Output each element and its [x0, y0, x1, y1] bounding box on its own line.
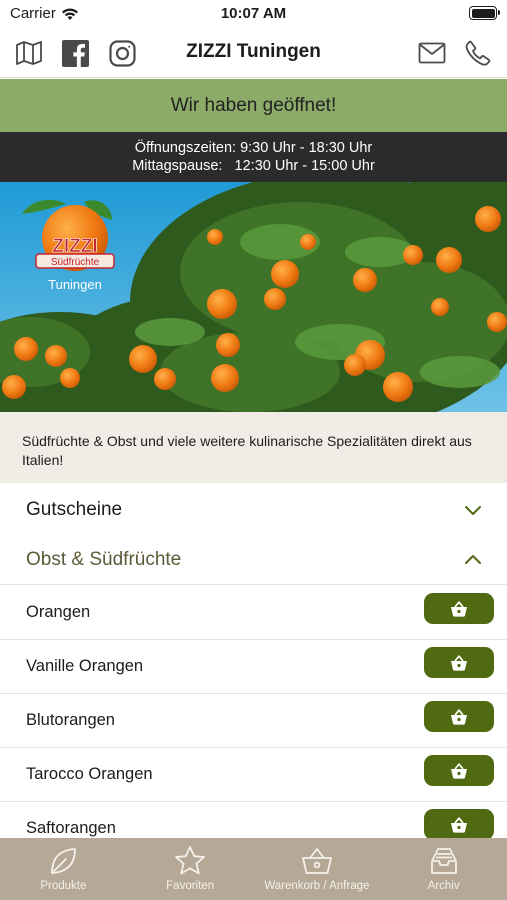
tab-label: Archiv	[427, 880, 460, 892]
battery-icon	[469, 6, 500, 20]
hero-image: ZIZZI Südfrüchte Tuningen	[0, 182, 507, 412]
tab-archiv[interactable]: Archiv	[380, 838, 507, 900]
section-obst-suedfruechte[interactable]: Obst & Südfrüchte	[0, 535, 507, 585]
map-icon[interactable]	[14, 38, 44, 68]
section-label: Obst & Südfrüchte	[26, 548, 182, 570]
tab-warenkorb[interactable]: Warenkorb / Anfrage	[254, 838, 381, 900]
add-to-basket-button[interactable]	[424, 809, 494, 840]
list-item[interactable]: Vanille Orangen	[0, 640, 507, 694]
tab-label: Warenkorb / Anfrage	[264, 880, 370, 892]
section-gutscheine[interactable]: Gutscheine	[0, 485, 507, 535]
opening-hours: Öffnungszeiten: 9:30 Uhr - 18:30 Uhr Mit…	[0, 132, 507, 182]
basket-icon	[451, 600, 467, 617]
section-label: Gutscheine	[26, 499, 123, 520]
product-label: Tarocco Orangen	[26, 765, 153, 783]
star-icon	[175, 846, 206, 875]
product-label: Orangen	[26, 603, 91, 621]
list-item[interactable]: Blutorangen	[0, 694, 507, 748]
nav-bar: ZIZZI Tuningen	[0, 28, 507, 78]
status-bar: Carrier 10:07 AM	[0, 0, 507, 28]
phone-icon[interactable]	[463, 38, 493, 68]
intro-text: Südfrüchte & Obst und viele weitere kuli…	[0, 412, 507, 483]
opening-hours-line: Öffnungszeiten: 9:30 Uhr - 18:30 Uhr	[134, 140, 373, 156]
list-item[interactable]: Tarocco Orangen	[0, 748, 507, 802]
basket-icon	[451, 654, 467, 671]
tab-label: Favoriten	[166, 880, 215, 892]
add-to-basket-button[interactable]	[424, 701, 494, 732]
logo-place: Tuningen	[48, 277, 102, 292]
basket-icon	[451, 762, 467, 779]
lunch-break-line: Mittagspause: 12:30 Uhr - 15:00 Uhr	[132, 158, 375, 174]
facebook-icon[interactable]	[60, 38, 90, 68]
tab-produkte[interactable]: Produkte	[0, 838, 127, 900]
add-to-basket-button[interactable]	[424, 593, 494, 624]
logo-ribbon: Südfrüchte	[51, 257, 100, 268]
logo-text: ZIZZI	[52, 236, 97, 257]
tab-bar: Produkte Favoriten Warenkorb / Anfrage A…	[0, 838, 507, 900]
mail-icon[interactable]	[417, 38, 447, 68]
page-title: ZIZZI Tuningen	[186, 41, 321, 62]
leaf-icon	[51, 848, 77, 874]
basket-icon	[301, 848, 332, 874]
product-label: Saftorangen	[26, 819, 116, 837]
archive-icon	[430, 848, 457, 874]
list-item[interactable]: Orangen	[0, 586, 507, 640]
basket-icon	[451, 708, 467, 725]
chevron-down-icon	[465, 506, 481, 515]
add-to-basket-button[interactable]	[424, 647, 494, 678]
product-label: Vanille Orangen	[26, 657, 144, 675]
chevron-up-icon	[465, 555, 481, 564]
open-status-banner: Wir haben geöffnet!	[0, 79, 507, 132]
tab-favoriten[interactable]: Favoriten	[127, 838, 254, 900]
clock: 10:07 AM	[220, 5, 287, 22]
tab-label: Produkte	[40, 880, 87, 892]
product-label: Blutorangen	[26, 711, 115, 729]
add-to-basket-button[interactable]	[424, 755, 494, 786]
basket-icon	[451, 816, 467, 833]
instagram-icon[interactable]	[107, 38, 137, 68]
